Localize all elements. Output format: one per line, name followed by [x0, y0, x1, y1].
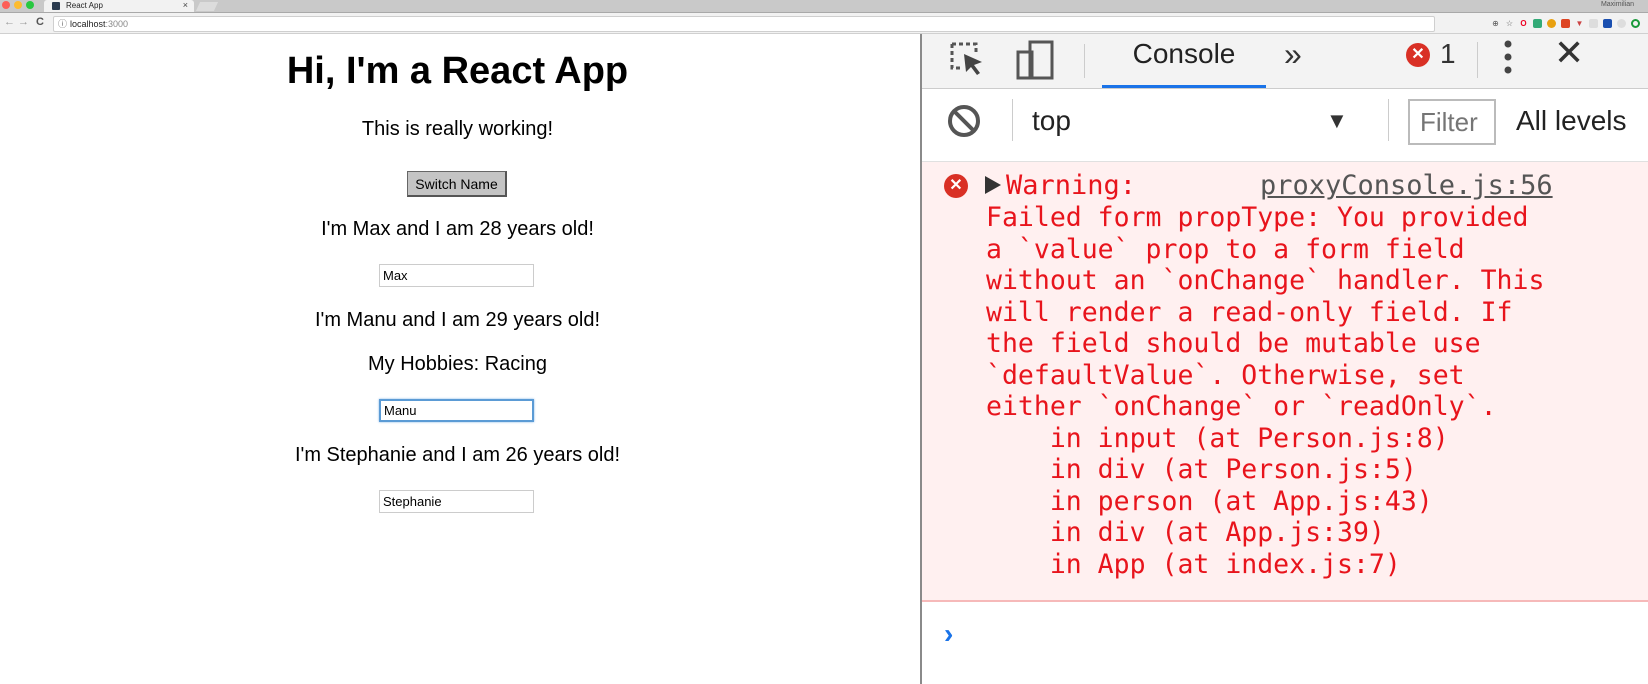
- app-subtitle: This is really working!: [361, 118, 554, 140]
- url-bar[interactable]: ⓘ localhost:3000: [53, 16, 1435, 32]
- person-name-input[interactable]: [379, 264, 534, 287]
- url-host: localhost: [70, 19, 106, 29]
- profile-name[interactable]: Maximilian: [1601, 0, 1634, 10]
- browser-tab-strip: React App × Maximilian: [0, 0, 1648, 13]
- kebab-menu-icon[interactable]: [1504, 40, 1512, 74]
- react-favicon-icon: [52, 2, 60, 10]
- person-text: I'm Manu and I am 29 years old!: [314, 309, 601, 331]
- page-title: Hi, I'm a React App: [286, 50, 629, 92]
- devtools-toolbar: Console » ✕ 1 ✕: [922, 34, 1648, 89]
- log-levels-dropdown[interactable]: All levels: [1516, 99, 1626, 143]
- back-arrow-icon[interactable]: ←: [4, 16, 15, 28]
- tab-close-icon[interactable]: ×: [183, 0, 188, 11]
- url-port: :3000: [105, 19, 129, 29]
- active-tab-indicator: [1102, 85, 1266, 88]
- tab-console[interactable]: Console: [1102, 34, 1266, 88]
- inspect-element-icon[interactable]: [948, 40, 988, 80]
- more-tabs-chevron-icon[interactable]: »: [1284, 36, 1302, 73]
- address-toolbar: ← → C ⓘ localhost:3000 ⊕ ☆ O ▼: [0, 13, 1648, 34]
- person-text: I'm Stephanie and I am 26 years old!: [294, 444, 621, 466]
- extension-icon[interactable]: [1547, 18, 1556, 28]
- extension-icon[interactable]: [1617, 18, 1626, 28]
- filter-extension-icon[interactable]: ▼: [1575, 19, 1584, 28]
- browser-tab[interactable]: React App ×: [44, 0, 194, 12]
- dropdown-arrow-icon[interactable]: ▼: [1326, 99, 1348, 143]
- person-text: I'm Max and I am 28 years old!: [321, 218, 594, 240]
- console-error-message: ✕ Warning: proxyConsole.js:56 Failed for…: [922, 162, 1648, 602]
- react-app-page: Hi, I'm a React App This is really worki…: [0, 34, 920, 684]
- star-icon[interactable]: ☆: [1505, 19, 1514, 28]
- message-label: Warning:: [1006, 170, 1137, 201]
- error-badge-icon[interactable]: ✕: [1406, 43, 1430, 67]
- window-zoom-button[interactable]: [26, 1, 34, 9]
- error-count[interactable]: 1: [1440, 34, 1456, 74]
- device-toolbar-icon[interactable]: [1014, 38, 1058, 82]
- extension-icon[interactable]: [1533, 18, 1542, 28]
- new-tab-button[interactable]: [195, 2, 219, 11]
- opera-extension-icon[interactable]: O: [1519, 19, 1528, 28]
- toolbar-divider: [1477, 42, 1478, 78]
- person-hobbies: My Hobbies: Racing: [368, 353, 547, 375]
- close-devtools-icon[interactable]: ✕: [1554, 34, 1584, 74]
- clear-console-icon[interactable]: [946, 103, 982, 139]
- devtools-panel: Console » ✕ 1 ✕ top ▼ All levels ✕ Warni…: [920, 34, 1648, 684]
- extension-icon[interactable]: [1589, 18, 1598, 28]
- toolbar-divider: [1012, 99, 1013, 141]
- toolbar-divider: [1084, 44, 1085, 78]
- message-text: Failed form propType: You provided a `va…: [986, 202, 1545, 580]
- toolbar-divider: [1388, 99, 1389, 141]
- person-name-input[interactable]: [379, 399, 534, 422]
- console-filter-bar: top ▼ All levels: [922, 89, 1648, 163]
- info-icon[interactable]: ⓘ: [58, 17, 67, 31]
- message-source-link[interactable]: proxyConsole.js:56: [1260, 170, 1553, 202]
- expand-triangle-icon[interactable]: [985, 176, 1001, 194]
- extension-icons: ⊕ ☆ O ▼: [1491, 18, 1640, 28]
- window-minimize-button[interactable]: [14, 1, 22, 9]
- tab-console-label: Console: [1132, 38, 1236, 69]
- extension-icon[interactable]: [1603, 18, 1612, 28]
- reload-icon[interactable]: C: [36, 16, 44, 28]
- forward-arrow-icon[interactable]: →: [18, 16, 29, 28]
- zoom-icon[interactable]: ⊕: [1491, 19, 1500, 28]
- extension-icon[interactable]: [1561, 18, 1570, 28]
- extension-icon[interactable]: [1631, 18, 1640, 28]
- console-filter-input[interactable]: [1408, 99, 1496, 145]
- person-name-input[interactable]: [379, 490, 534, 513]
- tab-title: React App: [66, 1, 103, 10]
- url-text: localhost:3000: [70, 17, 128, 31]
- error-icon: ✕: [944, 174, 968, 198]
- switch-name-button[interactable]: Switch Name: [407, 171, 507, 197]
- window-close-button[interactable]: [2, 1, 10, 9]
- console-prompt-icon[interactable]: ›: [944, 618, 953, 650]
- context-selector[interactable]: top: [1032, 99, 1071, 143]
